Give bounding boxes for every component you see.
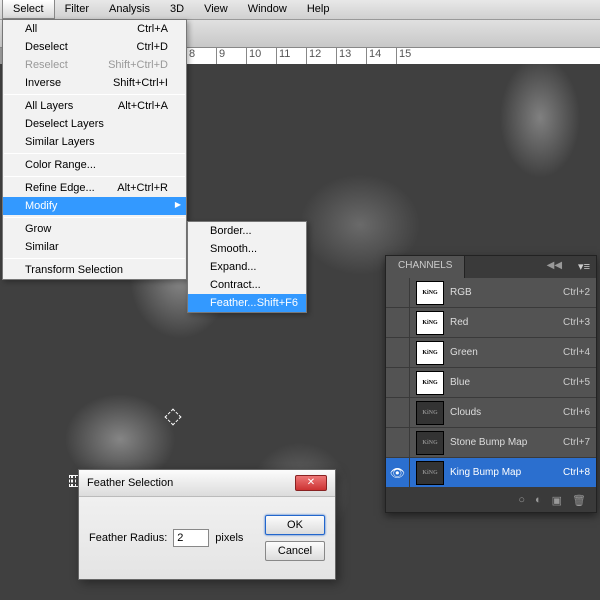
visibility-toggle[interactable] bbox=[386, 278, 410, 307]
channel-name: Stone Bump Map bbox=[450, 437, 563, 448]
menu-view[interactable]: View bbox=[194, 0, 238, 19]
visibility-toggle[interactable]: 👁 bbox=[386, 458, 410, 487]
panel-menu-icon[interactable]: ▾≡ bbox=[572, 256, 596, 278]
trash-icon[interactable]: 🗑 bbox=[572, 494, 586, 507]
ruler-mark: 10 bbox=[246, 48, 276, 64]
menu-item-deselect-layers[interactable]: Deselect Layers bbox=[3, 115, 186, 133]
channels-tab[interactable]: CHANNELS bbox=[386, 256, 465, 278]
modify-submenu[interactable]: Border...Smooth...Expand...Contract...Fe… bbox=[187, 221, 307, 313]
channel-shortcut: Ctrl+4 bbox=[563, 347, 590, 358]
select-menu-dropdown[interactable]: AllCtrl+ADeselectCtrl+DReselectShift+Ctr… bbox=[2, 19, 187, 280]
menu-item-all-layers[interactable]: All LayersAlt+Ctrl+A bbox=[3, 97, 186, 115]
visibility-toggle[interactable] bbox=[386, 398, 410, 427]
ok-button[interactable]: OK bbox=[265, 515, 325, 535]
feather-radius-label: Feather Radius: bbox=[89, 532, 167, 544]
feather-unit-label: pixels bbox=[215, 532, 243, 544]
menu-analysis[interactable]: Analysis bbox=[99, 0, 160, 19]
channel-thumbnail: KiNG bbox=[416, 281, 444, 305]
channel-shortcut: Ctrl+3 bbox=[563, 317, 590, 328]
ruler-mark: 12 bbox=[306, 48, 336, 64]
close-icon[interactable]: ✕ bbox=[295, 475, 327, 491]
dialog-title: Feather Selection bbox=[87, 477, 173, 489]
menu-item-grow[interactable]: Grow bbox=[3, 220, 186, 238]
channel-name: Clouds bbox=[450, 407, 563, 418]
visibility-toggle[interactable] bbox=[386, 428, 410, 457]
ruler-mark: 14 bbox=[366, 48, 396, 64]
menu-window[interactable]: Window bbox=[238, 0, 297, 19]
menu-item-transform-selection[interactable]: Transform Selection bbox=[3, 261, 186, 279]
submenu-item-contract-[interactable]: Contract... bbox=[188, 276, 306, 294]
channel-name: King Bump Map bbox=[450, 467, 563, 478]
visibility-toggle[interactable] bbox=[386, 338, 410, 367]
channel-king-bump-map[interactable]: 👁 KiNG King Bump MapCtrl+8 bbox=[386, 458, 596, 488]
visibility-toggle[interactable] bbox=[386, 308, 410, 337]
sel-to-chan-icon[interactable]: ○ bbox=[518, 494, 525, 506]
submenu-item-border-[interactable]: Border... bbox=[188, 222, 306, 240]
channel-name: RGB bbox=[450, 287, 563, 298]
menu-3d[interactable]: 3D bbox=[160, 0, 194, 19]
channel-shortcut: Ctrl+6 bbox=[563, 407, 590, 418]
menu-item-modify[interactable]: Modify bbox=[3, 197, 186, 215]
submenu-item-smooth-[interactable]: Smooth... bbox=[188, 240, 306, 258]
visibility-toggle[interactable] bbox=[386, 368, 410, 397]
mask-icon[interactable]: ◐ bbox=[535, 494, 542, 506]
channel-thumbnail: KiNG bbox=[416, 461, 444, 485]
channel-name: Blue bbox=[450, 377, 563, 388]
channel-clouds[interactable]: KiNG CloudsCtrl+6 bbox=[386, 398, 596, 428]
menu-item-similar[interactable]: Similar bbox=[3, 238, 186, 256]
channel-rgb[interactable]: KiNG RGBCtrl+2 bbox=[386, 278, 596, 308]
menu-item-similar-layers[interactable]: Similar Layers bbox=[3, 133, 186, 151]
submenu-item-expand-[interactable]: Expand... bbox=[188, 258, 306, 276]
channel-thumbnail: KiNG bbox=[416, 341, 444, 365]
feather-selection-dialog: Feather Selection ✕ Feather Radius: pixe… bbox=[78, 469, 336, 580]
channel-blue[interactable]: KiNG BlueCtrl+5 bbox=[386, 368, 596, 398]
cancel-button[interactable]: Cancel bbox=[265, 541, 325, 561]
new-icon[interactable]: ▣ bbox=[552, 494, 562, 507]
menu-item-all[interactable]: AllCtrl+A bbox=[3, 20, 186, 38]
ruler-mark: 13 bbox=[336, 48, 366, 64]
menu-select[interactable]: Select bbox=[2, 0, 55, 19]
submenu-item-feather-[interactable]: Feather...Shift+F6 bbox=[188, 294, 306, 312]
ruler-mark: 15 bbox=[396, 48, 426, 64]
channel-name: Green bbox=[450, 347, 563, 358]
channel-red[interactable]: KiNG RedCtrl+3 bbox=[386, 308, 596, 338]
menu-item-refine-edge-[interactable]: Refine Edge...Alt+Ctrl+R bbox=[3, 179, 186, 197]
channels-panel[interactable]: CHANNELS ◀◀ ▾≡ KiNGRGBCtrl+2KiNGRedCtrl+… bbox=[385, 255, 597, 513]
channel-name: Red bbox=[450, 317, 563, 328]
channel-green[interactable]: KiNG GreenCtrl+4 bbox=[386, 338, 596, 368]
ruler-mark: 11 bbox=[276, 48, 306, 64]
channel-stone-bump-map[interactable]: KiNG Stone Bump MapCtrl+7 bbox=[386, 428, 596, 458]
ruler-mark: 8 bbox=[186, 48, 216, 64]
channel-shortcut: Ctrl+8 bbox=[563, 467, 590, 478]
menu-help[interactable]: Help bbox=[297, 0, 340, 19]
eye-icon: 👁 bbox=[390, 466, 405, 480]
channel-thumbnail: KiNG bbox=[416, 431, 444, 455]
ruler-mark: 9 bbox=[216, 48, 246, 64]
channel-thumbnail: KiNG bbox=[416, 311, 444, 335]
panel-collapse-icon[interactable]: ◀◀ bbox=[541, 256, 568, 278]
channel-shortcut: Ctrl+7 bbox=[563, 437, 590, 448]
channel-shortcut: Ctrl+2 bbox=[563, 287, 590, 298]
feather-radius-input[interactable] bbox=[173, 529, 209, 547]
channel-thumbnail: KiNG bbox=[416, 371, 444, 395]
menu-filter[interactable]: Filter bbox=[55, 0, 99, 19]
channel-shortcut: Ctrl+5 bbox=[563, 377, 590, 388]
menu-item-deselect[interactable]: DeselectCtrl+D bbox=[3, 38, 186, 56]
menu-item-inverse[interactable]: InverseShift+Ctrl+I bbox=[3, 74, 186, 92]
channel-thumbnail: KiNG bbox=[416, 401, 444, 425]
menu-item-color-range-[interactable]: Color Range... bbox=[3, 156, 186, 174]
menu-item-reselect: ReselectShift+Ctrl+D bbox=[3, 56, 186, 74]
